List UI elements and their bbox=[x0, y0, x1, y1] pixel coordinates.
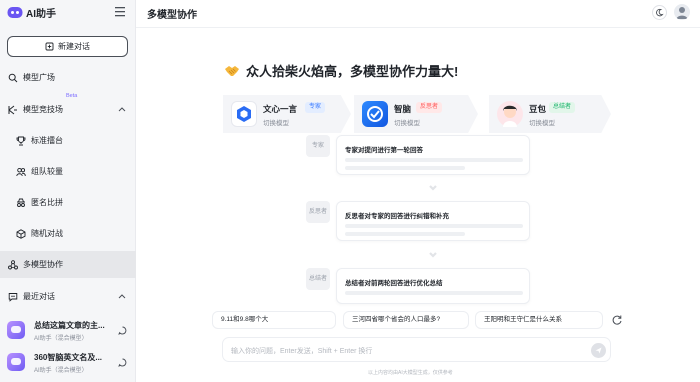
new-chat-label: 新建对话 bbox=[58, 42, 90, 51]
doubao-logo-icon bbox=[497, 101, 523, 127]
sidebar-item-label: 组队较量 bbox=[31, 167, 63, 176]
model-card-zhinao[interactable]: 智脑 反思者 切换模型 bbox=[354, 95, 478, 133]
sidebar-item-label: 最近对话 bbox=[23, 292, 55, 301]
flow-step-text: 专家对提问进行第一轮回答 bbox=[345, 147, 423, 154]
top-header: 多模型协作 bbox=[136, 0, 700, 28]
wenxin-logo-icon bbox=[231, 101, 257, 127]
model-name: 智脑 bbox=[394, 104, 412, 114]
suggestion-chip[interactable]: 王阳明和王守仁是什么关系 bbox=[475, 311, 603, 329]
sidebar-item-label: 标准擂台 bbox=[31, 136, 63, 145]
history-icon bbox=[8, 293, 18, 302]
dice-icon bbox=[16, 229, 26, 239]
team-icon bbox=[16, 167, 26, 177]
sidebar-item-label: 模型广场 bbox=[23, 73, 55, 82]
flow-step-text: 反思者对专家的回答进行纠错和补充 bbox=[345, 213, 449, 220]
history-subtitle: AI助手（混合模型） bbox=[34, 336, 88, 342]
skeleton-line bbox=[345, 291, 523, 295]
flow-role-label: 反思者 bbox=[306, 201, 330, 223]
sidebar-item-model-square[interactable]: 模型广场 bbox=[0, 64, 136, 91]
history-title: 总结这篇文章的主... bbox=[34, 321, 105, 330]
skeleton-line bbox=[345, 224, 523, 228]
brand-name: AI助手 bbox=[26, 8, 56, 20]
collab-icon bbox=[8, 260, 18, 270]
headline-text: 众人拾柴火焰高，多模型协作力量大! bbox=[246, 64, 459, 79]
history-item[interactable]: 总结这篇文章的主... AI助手（混合模型） bbox=[0, 315, 136, 347]
refresh-icon[interactable] bbox=[611, 314, 623, 326]
role-tag-summarizer: 总结者 bbox=[549, 102, 576, 113]
robot-logo-icon bbox=[7, 6, 23, 18]
sidebar-item-team[interactable]: 组队较量 bbox=[0, 158, 136, 185]
arrow-down-icon bbox=[429, 185, 437, 191]
model-card-wenxin[interactable]: 文心一言 专家 切换模型 bbox=[223, 95, 351, 133]
theme-toggle-button[interactable] bbox=[652, 5, 667, 20]
app-window: AI助手 新建对话 模型广场 模型竞技场 Beta 标准擂台 组队较量 匿名比拼… bbox=[0, 0, 700, 382]
flow-role-label: 专家 bbox=[306, 135, 330, 157]
flow-step-reflector: 反思者对专家的回答进行纠错和补充 bbox=[336, 201, 530, 241]
suggestion-chip[interactable]: 三河四省哪个省会的人口最多? bbox=[343, 311, 469, 329]
anonymous-icon bbox=[17, 198, 25, 207]
switch-model-link[interactable]: 切换模型 bbox=[263, 117, 289, 127]
skeleton-line bbox=[345, 232, 465, 236]
beta-badge: Beta bbox=[66, 93, 78, 99]
trophy-icon bbox=[16, 136, 26, 146]
sidebar-item-arena[interactable]: 模型竞技场 Beta bbox=[0, 93, 136, 123]
sidebar-item-label: 多模型协作 bbox=[23, 260, 63, 269]
brand[interactable]: AI助手 bbox=[7, 5, 56, 20]
chevron-up-icon[interactable] bbox=[118, 293, 126, 300]
headline: 众人拾柴火焰高，多模型协作力量大! bbox=[224, 61, 458, 80]
sidebar-item-multi-model[interactable]: 多模型协作 bbox=[0, 251, 136, 278]
switch-model-link[interactable]: 切换模型 bbox=[394, 117, 420, 127]
zhinao-logo-icon bbox=[362, 101, 388, 127]
model-name: 豆包 bbox=[529, 104, 547, 114]
sidebar: AI助手 新建对话 模型广场 模型竞技场 Beta 标准擂台 组队较量 匿名比拼… bbox=[0, 0, 136, 382]
flow-step-summarizer: 总结者对前两轮回答进行优化总结 bbox=[336, 268, 530, 304]
flow-step-expert: 专家对提问进行第一轮回答 bbox=[336, 135, 530, 175]
send-button[interactable] bbox=[591, 343, 606, 358]
sidebar-item-random[interactable]: 随机对战 bbox=[0, 220, 136, 247]
chevron-up-icon[interactable] bbox=[118, 106, 126, 113]
model-card-doubao[interactable]: 豆包 总结者 切换模型 bbox=[489, 95, 611, 133]
send-icon bbox=[595, 347, 602, 354]
sidebar-item-label: 随机对战 bbox=[31, 229, 63, 238]
skeleton-line bbox=[345, 158, 523, 162]
user-avatar-icon bbox=[676, 7, 688, 19]
chat-bubble-icon[interactable] bbox=[118, 326, 127, 335]
model-name: 文心一言 bbox=[263, 104, 298, 114]
disclaimer-footer: 以上内容均由AI大模型生成，仅供参考 bbox=[368, 370, 453, 376]
page-title: 多模型协作 bbox=[147, 10, 197, 21]
sidebar-item-label: 匿名比拼 bbox=[31, 198, 63, 207]
user-avatar[interactable] bbox=[674, 4, 690, 20]
chat-input-placeholder: 输入你的问题，Enter发送，Shift + Enter 换行 bbox=[231, 348, 373, 355]
sidebar-item-standard-arena[interactable]: 标准擂台 bbox=[0, 127, 136, 154]
flow-role-label: 总结者 bbox=[306, 268, 330, 290]
sidebar-item-label: 模型竞技场 bbox=[23, 105, 63, 114]
skeleton-line bbox=[345, 166, 465, 170]
role-tag-expert: 专家 bbox=[305, 102, 326, 113]
sidebar-item-anonymous[interactable]: 匿名比拼 bbox=[0, 189, 136, 216]
chat-bubble-icon[interactable] bbox=[118, 358, 127, 367]
arrow-down-icon bbox=[429, 252, 437, 258]
history-title: 360智脑英文名及... bbox=[34, 353, 103, 362]
chat-input[interactable]: 输入你的问题，Enter发送，Shift + Enter 换行 bbox=[222, 337, 611, 362]
search-icon bbox=[8, 73, 18, 83]
sidebar-item-recent[interactable]: 最近对话 bbox=[0, 283, 136, 310]
arena-icon bbox=[8, 105, 17, 115]
flow-step-text: 总结者对前两轮回答进行优化总结 bbox=[345, 280, 443, 287]
role-tag-reflector: 反思者 bbox=[416, 102, 443, 113]
switch-model-link[interactable]: 切换模型 bbox=[529, 117, 555, 127]
new-chat-button[interactable]: 新建对话 bbox=[7, 36, 128, 57]
new-chat-icon bbox=[45, 42, 54, 51]
suggestion-chip[interactable]: 9.11和9.8哪个大 bbox=[212, 311, 336, 329]
handshake-icon bbox=[225, 65, 239, 76]
menu-toggle-icon[interactable] bbox=[114, 6, 126, 17]
assistant-avatar bbox=[7, 321, 25, 339]
moon-icon bbox=[656, 8, 664, 17]
